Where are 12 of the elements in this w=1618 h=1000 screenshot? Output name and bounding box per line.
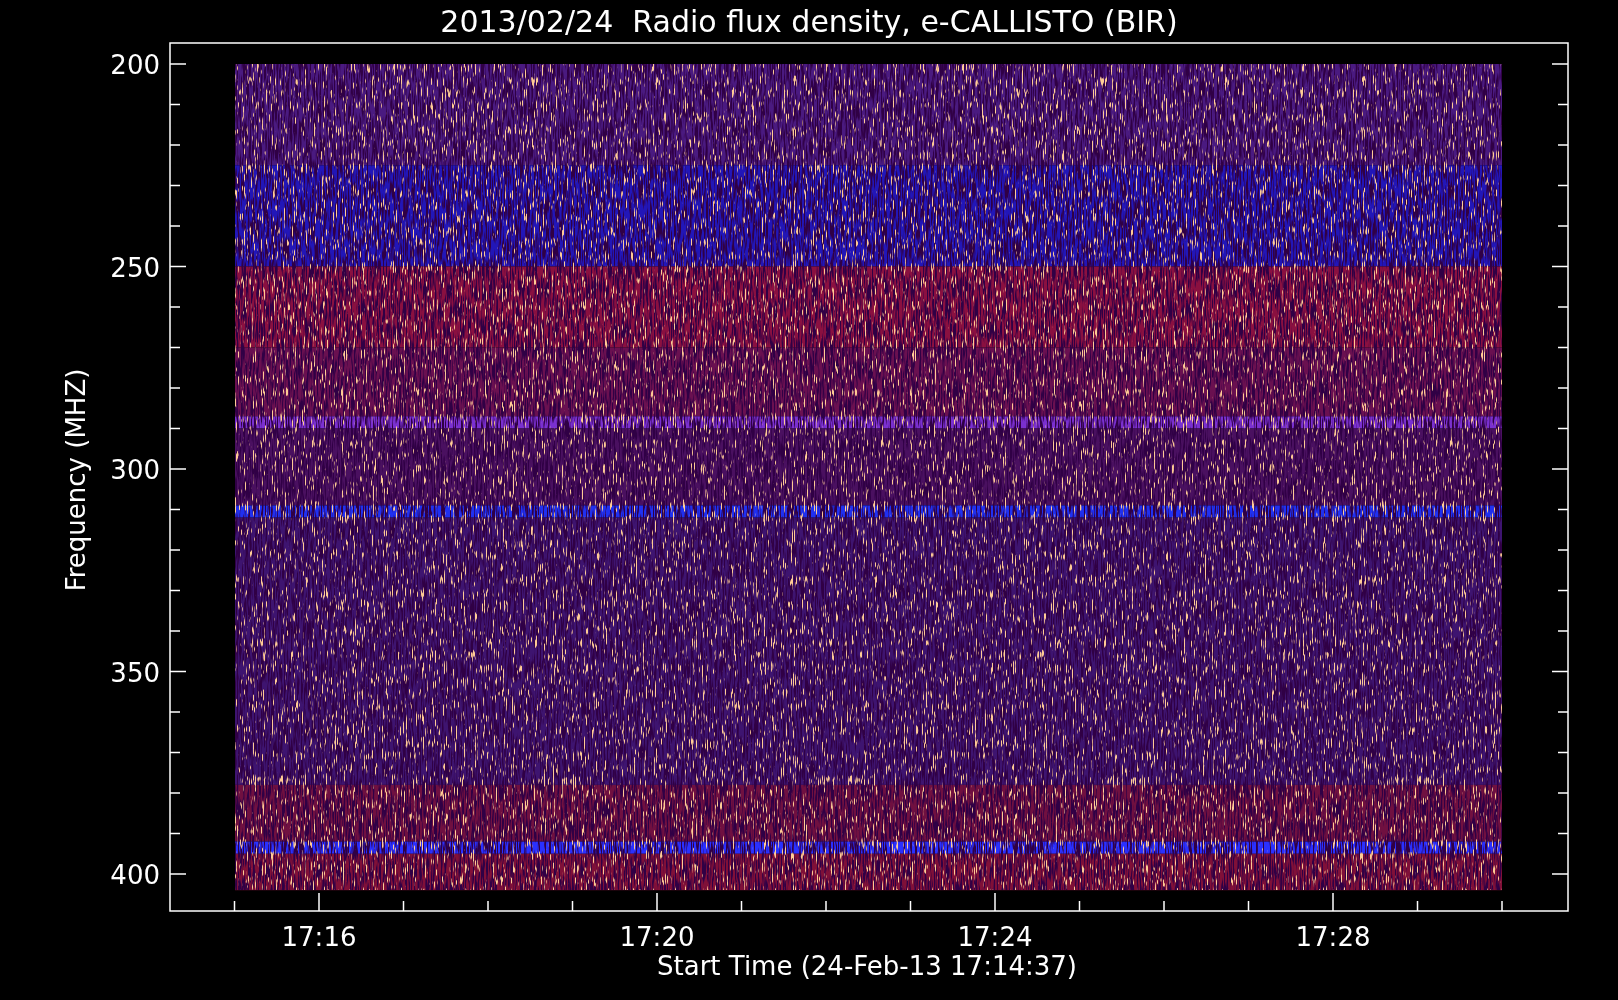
x-axis-label: Start Time (24-Feb-13 17:14:37): [657, 951, 1077, 981]
y-tick-label: 350: [110, 657, 160, 688]
chart-title: 2013/02/24 Radio flux density, e-CALLISTO (BIR): [440, 4, 1178, 39]
y-tick-label: 400: [110, 860, 160, 890]
x-tick-label: 17:20: [619, 922, 695, 952]
x-tick-label: 17:24: [957, 922, 1033, 952]
y-tick-label: 300: [110, 455, 160, 485]
y-axis-label: Frequency (MHZ): [61, 368, 91, 592]
x-tick-label: 17:28: [1295, 922, 1371, 952]
x-tick-label: 17:16: [281, 922, 357, 952]
y-tick-label: 200: [110, 50, 160, 80]
y-tick-label: 250: [110, 252, 160, 283]
